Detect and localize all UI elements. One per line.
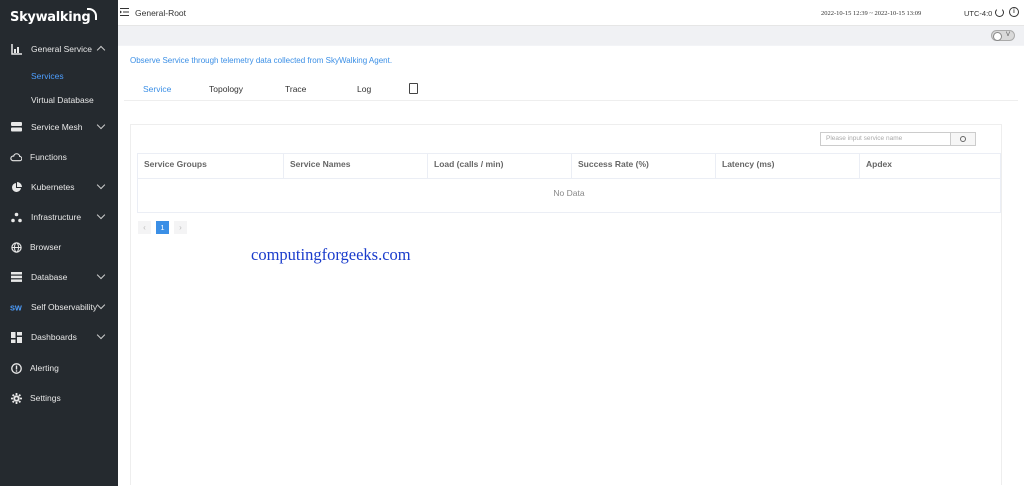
tabs-bar: Service Topology Trace Log	[124, 76, 1018, 101]
tab-service[interactable]: Service	[143, 84, 171, 94]
alert-icon	[10, 362, 22, 374]
chevron-down-icon	[96, 180, 106, 190]
nodes-icon	[10, 211, 22, 223]
top-header: General-Root 2022-10-15 12:39 ~ 2022-10-…	[118, 0, 1024, 26]
time-range-picker[interactable]: 2022-10-15 12:39 ~ 2022-10-15 13:09	[821, 10, 921, 17]
toggle-knob	[993, 32, 1002, 41]
column-header[interactable]: Latency (ms)	[716, 154, 860, 178]
chevron-up-icon	[96, 45, 106, 55]
sidebar-item-label: Database	[31, 272, 68, 282]
search-input[interactable]: Please input service name	[826, 135, 902, 142]
table-header-row: Service Groups Service Names Load (calls…	[138, 154, 1000, 179]
sidebar-item-label: Kubernetes	[31, 182, 75, 192]
sidebar-item-label: Dashboards	[31, 332, 77, 342]
sidebar-item-label: General Service	[31, 44, 92, 54]
column-header[interactable]: Service Groups	[138, 154, 284, 178]
sw-icon: SW	[10, 301, 22, 313]
column-header[interactable]: Success Rate (%)	[572, 154, 716, 178]
watermark-text: computingforgeeks.com	[251, 245, 411, 264]
sidebar-item-label: Alerting	[30, 363, 59, 373]
sidebar: Skywalking General Service Services Virt…	[0, 0, 118, 486]
main-content: Observe Service through telemetry data c…	[118, 46, 1024, 486]
chevron-down-icon	[96, 300, 106, 310]
chevron-down-icon	[96, 270, 106, 280]
sidebar-item-virtual-database[interactable]: Virtual Database	[0, 89, 118, 111]
sidebar-item-browser[interactable]: Browser	[0, 236, 118, 258]
bar-chart-icon	[10, 43, 22, 55]
sidebar-item-general-service[interactable]: General Service	[0, 38, 118, 60]
clipboard-icon[interactable]	[409, 83, 418, 94]
sidebar-item-label: Functions	[30, 152, 67, 162]
pagination-next-button[interactable]: ›	[174, 221, 187, 234]
empty-state-text: No Data	[553, 188, 585, 198]
database-icon	[10, 121, 22, 133]
sidebar-item-service-mesh[interactable]: Service Mesh	[0, 116, 118, 138]
sidebar-item-label: Services	[31, 71, 64, 81]
info-icon[interactable]: i	[1009, 7, 1019, 17]
sidebar-item-settings[interactable]: Settings	[0, 387, 118, 409]
sidebar-item-infrastructure[interactable]: Infrastructure	[0, 206, 118, 228]
skywalking-logo[interactable]: Skywalking	[10, 8, 98, 25]
chevron-down-icon	[96, 120, 106, 130]
dashboard-grid-icon	[10, 331, 22, 343]
breadcrumb: General-Root	[135, 8, 187, 18]
reload-icon[interactable]	[995, 8, 1004, 17]
sidebar-item-alerting[interactable]: Alerting	[0, 357, 118, 379]
column-header[interactable]: Apdex	[860, 154, 1000, 178]
tab-trace[interactable]: Trace	[285, 84, 306, 94]
sidebar-item-database[interactable]: Database	[0, 266, 118, 288]
pagination-page-button[interactable]: 1	[156, 221, 169, 234]
menu-toggle-icon[interactable]	[120, 8, 129, 16]
services-table: Service Groups Service Names Load (calls…	[137, 153, 1001, 213]
search-button[interactable]	[950, 133, 975, 145]
page-description: Observe Service through telemetry data c…	[130, 56, 393, 65]
toolbar: V	[118, 26, 1024, 45]
gear-icon	[10, 392, 22, 404]
pagination-prev-button[interactable]: ‹	[138, 221, 151, 234]
sidebar-item-kubernetes[interactable]: Kubernetes	[0, 176, 118, 198]
column-header[interactable]: Service Names	[284, 154, 428, 178]
globe-icon	[10, 241, 22, 253]
logo-swirl-icon	[87, 8, 98, 20]
sidebar-item-label: Virtual Database	[31, 95, 94, 105]
sidebar-item-functions[interactable]: Functions	[0, 146, 118, 168]
cloud-icon	[10, 151, 22, 163]
tab-topology[interactable]: Topology	[209, 84, 243, 94]
tab-log[interactable]: Log	[357, 84, 371, 94]
svg-text:SW: SW	[10, 303, 22, 311]
timezone-label[interactable]: UTC-4:0	[964, 9, 992, 18]
chevron-down-icon	[96, 330, 106, 340]
sidebar-item-dashboards[interactable]: Dashboards	[0, 326, 118, 348]
pie-chart-icon	[10, 181, 22, 193]
database-stack-icon	[10, 271, 22, 283]
sidebar-item-label: Settings	[30, 393, 61, 403]
sidebar-item-services[interactable]: Services	[0, 65, 118, 87]
sidebar-item-label: Self Observability	[31, 302, 98, 312]
chevron-down-icon	[96, 210, 106, 220]
sidebar-item-label: Infrastructure	[31, 212, 82, 222]
search-icon	[960, 136, 966, 142]
edit-toggle-switch[interactable]: V	[991, 30, 1015, 41]
service-search[interactable]: Please input service name	[820, 132, 976, 146]
sidebar-item-label: Browser	[30, 242, 62, 252]
sidebar-item-label: Service Mesh	[31, 122, 83, 132]
sidebar-item-self-observability[interactable]: SW Self Observability	[0, 296, 118, 318]
logo-text: Skywalking	[10, 10, 91, 25]
toggle-label: V	[1005, 32, 1010, 38]
column-header[interactable]: Load (calls / min)	[428, 154, 572, 178]
